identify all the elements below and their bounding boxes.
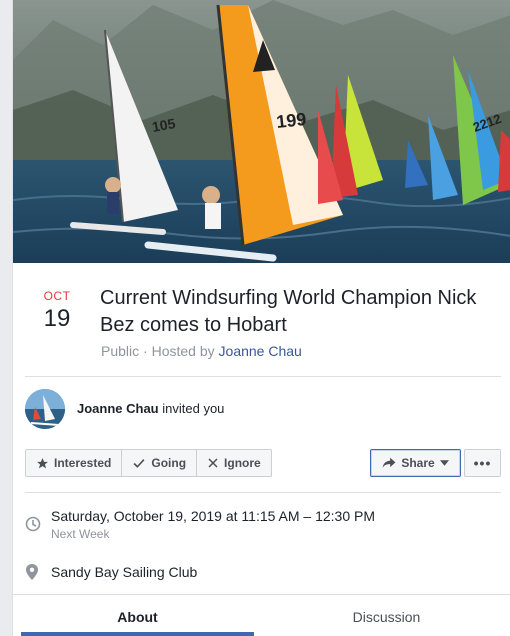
going-label: Going — [151, 456, 187, 470]
interested-label: Interested — [54, 456, 112, 470]
share-button[interactable]: Share — [370, 449, 461, 477]
share-arrow-icon — [382, 457, 396, 469]
event-meta: Public · Hosted by Joanne Chau — [101, 343, 302, 359]
invite-message: invited you — [162, 401, 225, 416]
divider — [13, 594, 510, 595]
invite-text: Joanne Chau invited you — [77, 401, 224, 416]
clock-icon — [25, 516, 41, 532]
event-host-link[interactable]: Joanne Chau — [219, 343, 302, 359]
active-tab-indicator — [21, 632, 254, 636]
inviter-name[interactable]: Joanne Chau — [77, 401, 159, 416]
ignore-button[interactable]: Ignore — [196, 450, 271, 476]
check-icon — [133, 458, 145, 468]
divider — [25, 376, 501, 377]
sail-number-2: 199 — [275, 109, 307, 132]
event-date-month: OCT — [43, 289, 71, 303]
event-location[interactable]: Sandy Bay Sailing Club — [51, 564, 197, 580]
tab-discussion[interactable]: Discussion — [270, 598, 503, 636]
meta-separator: · — [143, 343, 152, 359]
event-datetime: Saturday, October 19, 2019 at 11:15 AM –… — [51, 508, 376, 524]
rsvp-button-group: Interested Going Ignore — [25, 449, 272, 477]
event-relative-time: Next Week — [51, 527, 110, 541]
tab-about[interactable]: About — [21, 598, 254, 636]
event-date-day: 19 — [43, 305, 71, 332]
avatar[interactable] — [25, 389, 65, 429]
more-options-button[interactable]: ••• — [464, 449, 501, 477]
hosted-by-label: Hosted by — [151, 343, 215, 359]
star-icon — [37, 457, 48, 468]
event-cover-photo: 105 199 2212 — [13, 0, 510, 263]
share-label: Share — [401, 456, 435, 470]
event-date: OCT 19 — [37, 289, 77, 333]
event-title: Current Windsurfing World Champion Nick … — [100, 287, 477, 336]
divider — [25, 492, 501, 493]
event-card: 105 199 2212 OCT 19 Current Windsurfing … — [12, 0, 510, 636]
going-button[interactable]: Going — [121, 450, 196, 476]
x-icon — [208, 458, 218, 468]
ignore-label: Ignore — [224, 456, 261, 470]
event-privacy: Public — [101, 343, 140, 359]
map-pin-icon — [26, 564, 38, 580]
chevron-down-icon — [439, 460, 449, 466]
interested-button[interactable]: Interested — [26, 450, 121, 476]
